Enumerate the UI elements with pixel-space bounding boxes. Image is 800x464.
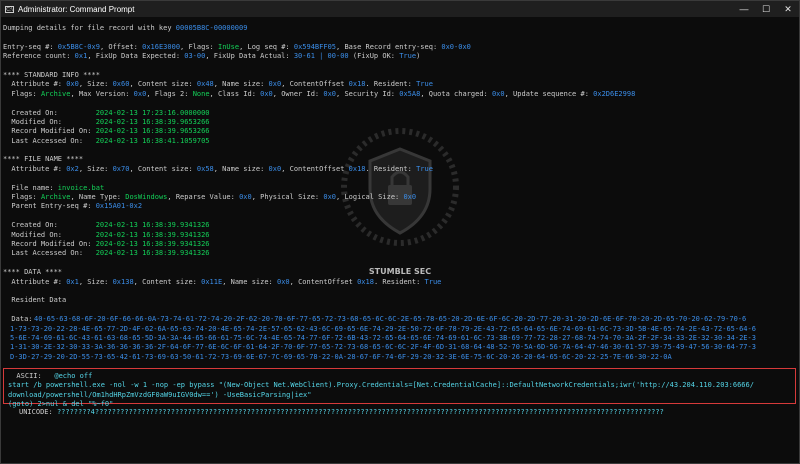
close-button[interactable]: ✕ bbox=[777, 1, 799, 17]
ascii-line: download/powershell/Om1hdHRpZmVzdGF0aW9u… bbox=[8, 390, 312, 399]
record-key: 00005B8C-00000009 bbox=[175, 24, 248, 32]
maximize-button[interactable]: ☐ bbox=[755, 1, 777, 17]
reference-count-line: Reference count: 0x1, FixUp Data Expecte… bbox=[3, 52, 421, 61]
dump-header-line: Dumping details for file record with key… bbox=[3, 24, 248, 32]
unicode-value: ????????4???????????????????????????????… bbox=[56, 408, 664, 417]
title-bar[interactable]: C:\ Administrator: Command Prompt — ☐ ✕ bbox=[1, 1, 799, 17]
si-flags-line: Flags: Archive, Max Version: 0x0, Flags … bbox=[3, 89, 636, 98]
hex-line: 40-65-63-68-6F-20-6F-66-66-0A-73-74-61-7… bbox=[34, 315, 747, 324]
ascii-line: start /b powershell.exe -nol -w 1 -nop -… bbox=[8, 381, 754, 390]
hex-line: 1-31-30-2E-32-30-33-3A-36-36-36-36-2F-64… bbox=[10, 343, 756, 352]
hex-line: 5-6E-74-69-61-6C-43-61-63-68-65-5D-3A-3A… bbox=[10, 333, 756, 342]
unicode-line: UNICODE: ????????4??????????????????????… bbox=[2, 408, 800, 417]
scrollbar[interactable] bbox=[795, 17, 799, 464]
fn-file-name-line: File name: invoice.bat bbox=[3, 183, 105, 192]
file-name-header: **** FILE NAME **** bbox=[3, 155, 84, 164]
standard-info-header: **** STANDARD INFO **** bbox=[3, 70, 100, 79]
window-controls: — ☐ ✕ bbox=[733, 1, 799, 17]
si-last-accessed-line: Last Accessed On: 2024-02-13 16:38:41.10… bbox=[3, 136, 210, 145]
ascii-highlight-box: ASCII: @echo off start /b powershell.exe… bbox=[3, 368, 796, 408]
fn-modified-line: Modified On: 2024-02-13 16:38:39.9341326 bbox=[3, 230, 210, 239]
resident-data-label: Resident Data bbox=[3, 296, 67, 305]
fn-last-accessed-line: Last Accessed On: 2024-02-13 16:38:39.93… bbox=[3, 249, 210, 258]
entry-seq-line: Entry-seq #: 0x5B8C-0x9, Offset: 0x16E30… bbox=[3, 42, 471, 51]
file-name-value: invoice.bat bbox=[57, 183, 105, 192]
hex-line: D-3D-27-29-20-2D-55-73-65-42-61-73-69-63… bbox=[10, 352, 672, 361]
ascii-line: ASCII: @echo off bbox=[8, 372, 93, 381]
minimize-button[interactable]: — bbox=[733, 1, 755, 17]
si-modified-line: Modified On: 2024-02-13 16:38:39.9653266 bbox=[3, 117, 210, 126]
data-attribute-line: Attribute #: 0x1, Size: 0x138, Content s… bbox=[3, 277, 442, 286]
si-record-modified-line: Record Modified On: 2024-02-13 16:38:39.… bbox=[3, 127, 210, 136]
si-attribute-line: Attribute #: 0x0, Size: 0x60, Content si… bbox=[3, 80, 433, 89]
unicode-label: UNICODE: bbox=[19, 408, 57, 417]
terminal-icon: C:\ bbox=[5, 5, 14, 13]
hex-line: 1-73-73-20-22-28-4E-65-77-2D-4F-62-6A-65… bbox=[10, 324, 756, 333]
fn-parent-line: Parent Entry-seq #: 0x15A01-0x2 bbox=[3, 202, 143, 211]
data-label: Data: bbox=[3, 315, 37, 324]
console-output[interactable]: Dumping details for file record with key… bbox=[2, 17, 800, 464]
window-title: Administrator: Command Prompt bbox=[18, 4, 135, 14]
fn-created-line: Created On: 2024-02-13 16:38:39.9341326 bbox=[3, 221, 210, 230]
ascii-label: ASCII: bbox=[8, 372, 55, 381]
fn-attribute-line: Attribute #: 0x2, Size: 0x70, Content si… bbox=[3, 164, 433, 173]
command-prompt-window: C:\ Administrator: Command Prompt — ☐ ✕ … bbox=[0, 0, 800, 464]
data-header: **** DATA **** bbox=[3, 268, 63, 277]
si-created-line: Created On: 2024-02-13 17:23:16.0000000 bbox=[3, 108, 210, 117]
fn-record-modified-line: Record Modified On: 2024-02-13 16:38:39.… bbox=[3, 239, 210, 248]
fn-flags-line: Flags: Archive, Name Type: DosWindows, R… bbox=[3, 193, 417, 202]
